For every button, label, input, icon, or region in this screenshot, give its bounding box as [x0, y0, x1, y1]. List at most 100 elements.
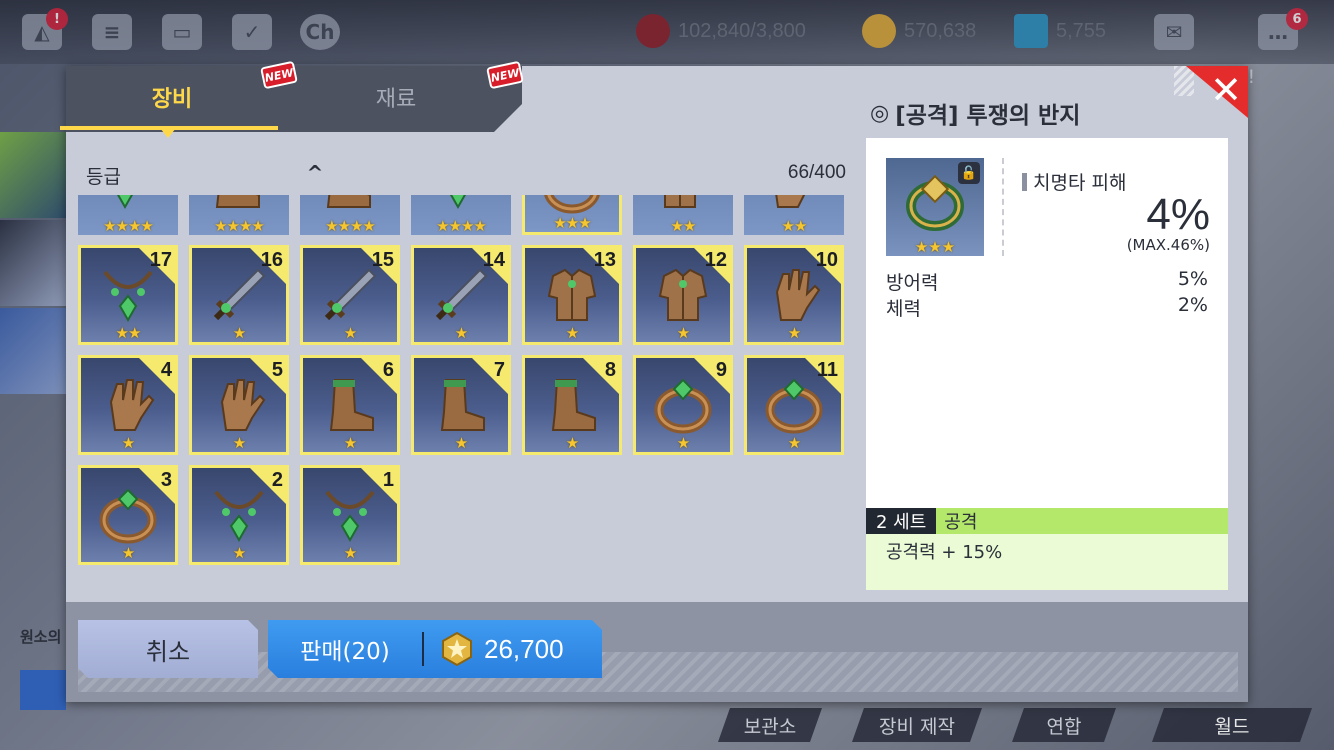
item-slot: 8 ★ [525, 358, 619, 452]
item-stars: ★ [121, 434, 135, 452]
inventory-item-glove[interactable]: 4 ★ [78, 355, 178, 455]
inventory-item-sword[interactable]: 15 ★ [300, 245, 400, 345]
item-stars: ★★★ [914, 238, 956, 256]
item-number: 4 [160, 359, 172, 381]
item-slot: 7 ★ [414, 358, 508, 452]
inventory-item-ring[interactable]: 9 ★ [633, 355, 733, 455]
item-slot: 10 ★ [747, 248, 841, 342]
inventory-item-boots[interactable]: ★★★★ [300, 195, 400, 235]
calendar-icon: ✓ [232, 14, 272, 50]
gem-resource[interactable]: 5,755 [1014, 14, 1106, 48]
mail-icon[interactable]: ✉ [1150, 10, 1198, 54]
inventory-item-glove[interactable]: 5 ★ [189, 355, 289, 455]
inventory-item-necklace[interactable]: 1 ★ [300, 465, 400, 565]
side-character-slot-3[interactable] [0, 308, 66, 394]
inventory-item-armor[interactable]: 12 ★ [633, 245, 733, 345]
item-stars: ★★ [781, 217, 808, 235]
divider [1002, 158, 1004, 256]
tab-materials[interactable]: 재료 [286, 66, 506, 128]
background-button [20, 670, 66, 710]
item-slot: 1 ★ [303, 468, 397, 562]
item-stars: ★ [565, 324, 579, 342]
inventory-item-sword[interactable]: 16 ★ [189, 245, 289, 345]
cancel-button[interactable]: 취소 [78, 620, 258, 678]
lock-icon[interactable]: 🔓 [958, 162, 980, 184]
inventory-count: 66/400 [787, 162, 846, 183]
item-slot: 9 ★ [636, 358, 730, 452]
inventory-item-boots[interactable]: ★★★★ [189, 195, 289, 235]
item-slot: 16 ★ [192, 248, 286, 342]
item-number: 9 [715, 359, 727, 381]
gem-value: 5,755 [1056, 19, 1107, 42]
item-slot: ★★★★ [78, 195, 178, 235]
ring-icon: ◎ [870, 100, 890, 126]
item-number: 8 [604, 359, 616, 381]
ch-icon: Ch [300, 14, 340, 50]
inventory-item-glove[interactable]: 10 ★ [744, 245, 844, 345]
chat-bubbles-icon[interactable]: ▭ [158, 10, 206, 54]
main-stat-label: 치명타 피해 [1022, 168, 1126, 195]
item-title: ◎ [공격] 투쟁의 반지 [870, 96, 1080, 130]
nav-union[interactable]: 연합 [1012, 708, 1116, 742]
inventory-item-boots[interactable]: 8 ★ [522, 355, 622, 455]
channel-chat-icon[interactable]: Ch [296, 10, 344, 54]
item-slot: 11 ★ [747, 358, 841, 452]
item-stars: ★ [232, 434, 246, 452]
tab-equipment[interactable]: 장비 [66, 66, 278, 128]
nav-storage[interactable]: 보관소 [718, 708, 822, 742]
item-number: 2 [271, 469, 283, 491]
item-title-text: [공격] 투쟁의 반지 [895, 103, 1081, 129]
item-number: 10 [815, 249, 838, 271]
item-slot: 5 ★ [192, 358, 286, 452]
sort-grade-label[interactable]: 등급 [86, 162, 121, 189]
quest-settings-icon[interactable]: ≡ [88, 10, 136, 54]
item-slot: 13 ★ [525, 248, 619, 342]
item-stars: ★ [343, 324, 357, 342]
sub-stat-row: 체력 2% [886, 294, 1208, 321]
document-gear-icon: ≡ [92, 14, 132, 50]
sell-button[interactable]: 판매(20) 26,700 [268, 620, 602, 678]
inventory-item-sword[interactable]: 14 ★ [411, 245, 511, 345]
alert-bell-icon[interactable]: ◭ ! [18, 8, 68, 54]
inventory-item-armor[interactable]: 13 ★ [522, 245, 622, 345]
inventory-item-necklace[interactable]: ★★★★ [411, 195, 511, 235]
chat-icon[interactable]: … 6 [1254, 8, 1308, 54]
inventory-item-necklace[interactable]: ★★★★ [78, 195, 178, 235]
inventory-grid[interactable]: ★★★★ ★★★★ ★★★★ ★★★★ ★★★ ★★ ★★ 17 ★★ 16 ★ 15 ★ 14 ★ 13 ★ 1… [78, 195, 848, 585]
close-icon[interactable]: ✕ [1204, 68, 1248, 112]
nav-world[interactable]: 월드 [1152, 708, 1312, 742]
stamina-value: 102,840/3,800 [678, 19, 806, 42]
inventory-item-boots[interactable]: 6 ★ [300, 355, 400, 455]
inventory-item-necklace[interactable]: 17 ★★ [78, 245, 178, 345]
item-number: 14 [482, 249, 505, 271]
inventory-item-necklace[interactable]: 2 ★ [189, 465, 289, 565]
inventory-item-glove[interactable]: ★★ [744, 195, 844, 235]
inventory-item-boots[interactable]: 7 ★ [411, 355, 511, 455]
item-slot: ★★★★ [300, 195, 400, 235]
stamina-resource[interactable]: 102,840/3,800 [636, 14, 806, 48]
item-slot: 2 ★ [192, 468, 286, 562]
stat-marker [1022, 172, 1027, 191]
calendar-check-icon[interactable]: ✓ [228, 10, 276, 54]
gold-resource[interactable]: 570,638 [862, 14, 976, 48]
side-character-slot-2[interactable] [0, 220, 66, 306]
inventory-item-ring[interactable]: 11 ★ [744, 355, 844, 455]
nav-equipment-craft[interactable]: 장비 제작 [852, 708, 982, 742]
inventory-item-ring[interactable]: 3 ★ [78, 465, 178, 565]
item-slot: ★★★ [525, 195, 619, 232]
inventory-item-ring[interactable]: ★★★ [522, 195, 622, 235]
item-stars: ★ [787, 324, 801, 342]
sub-stat-label: 체력 [886, 298, 921, 320]
item-number: 6 [382, 359, 394, 381]
active-tab-pointer-icon [160, 128, 176, 138]
side-character-slot-1[interactable] [0, 132, 66, 218]
item-slot: 15 ★ [303, 248, 397, 342]
sub-stat-value: 5% [1177, 268, 1208, 290]
item-number: 3 [160, 469, 172, 491]
sell-price: 26,700 [484, 633, 564, 664]
necklace-icon [116, 195, 134, 210]
item-stars: ★★★★ [103, 217, 154, 235]
inventory-item-armor[interactable]: ★★ [633, 195, 733, 235]
sort-direction-chevron-up-icon[interactable]: ^ [302, 161, 328, 185]
set-count: 2 세트 [866, 508, 937, 534]
